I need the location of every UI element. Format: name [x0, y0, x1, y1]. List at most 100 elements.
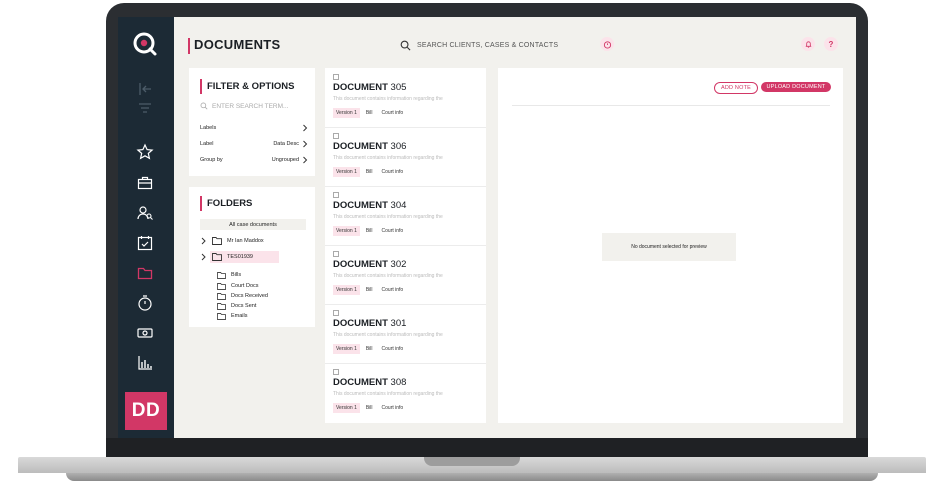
bell-icon — [805, 40, 811, 48]
document-checkbox[interactable] — [333, 192, 339, 198]
subfolder-docs-sent[interactable]: Docs Sent — [217, 301, 256, 311]
star-icon[interactable] — [136, 143, 154, 161]
calendar-check-icon[interactable] — [136, 234, 154, 252]
global-search[interactable] — [400, 36, 588, 54]
subfolder-court-docs[interactable]: Court Docs — [217, 281, 259, 291]
subfolder-bills[interactable]: Bills — [217, 270, 241, 280]
document-description: This document contains information regar… — [333, 273, 443, 279]
filter-panel: FILTER & OPTIONS Labels Label Data Desc … — [189, 68, 315, 176]
subfolder-emails[interactable]: Emails — [217, 311, 248, 321]
help-button[interactable]: ? — [824, 37, 838, 51]
subfolder-label: Docs Sent — [231, 303, 257, 309]
preview-panel: ADD NOTE UPLOAD DOCUMENT No document sel… — [498, 68, 843, 423]
tag-version: Version 1 — [333, 403, 360, 413]
chevron-right-icon — [303, 124, 308, 132]
document-item[interactable]: DOCUMENT 308 This document contains info… — [325, 363, 486, 422]
filter-search[interactable] — [200, 102, 300, 110]
timer-icon — [603, 40, 611, 49]
preview-divider — [512, 105, 830, 106]
subfolder-label: Bills — [231, 272, 242, 278]
document-title: DOCUMENT 305 — [333, 82, 407, 93]
folder-icon — [212, 253, 222, 261]
document-title: DOCUMENT 304 — [333, 200, 407, 211]
folders-title: FOLDERS — [207, 198, 253, 209]
folder-icon — [217, 282, 226, 290]
document-checkbox[interactable] — [333, 133, 339, 139]
tag-version: Version 1 — [333, 344, 360, 354]
document-item[interactable]: DOCUMENT 304 This document contains info… — [325, 186, 486, 246]
contacts-icon[interactable] — [136, 204, 154, 222]
global-search-input[interactable] — [417, 41, 577, 49]
option-value: Ungrouped — [271, 157, 299, 163]
sidebar: DD — [118, 17, 174, 438]
subfolder-label: Emails — [231, 313, 248, 319]
option-row-group-by[interactable]: Group by Ungrouped — [200, 153, 308, 167]
tag-bill: Bill — [365, 110, 373, 116]
document-item[interactable]: DOCUMENT 305 This document contains info… — [325, 68, 486, 128]
tag-version: Version 1 — [333, 108, 360, 118]
app-screen: DD DOCUMENTS ? FILTER & OPTIONS Labels — [118, 17, 856, 438]
all-case-documents[interactable]: All case documents — [200, 219, 306, 230]
folder-icon — [217, 292, 226, 300]
document-checkbox[interactable] — [333, 369, 339, 375]
preview-empty-message: No document selected for preview — [602, 233, 736, 261]
notifications-button[interactable] — [801, 37, 815, 51]
avatar[interactable]: DD — [125, 392, 167, 430]
tag-court-info: Court info — [381, 287, 404, 293]
filter-icon[interactable] — [136, 99, 154, 117]
add-note-button[interactable]: ADD NOTE — [714, 82, 758, 94]
option-row-labels[interactable]: Labels — [200, 121, 308, 135]
laptop-notch — [424, 457, 520, 466]
top-bar: DOCUMENTS ? — [174, 17, 856, 63]
tag-bill: Bill — [365, 228, 373, 234]
option-row-label[interactable]: Label Data Desc — [200, 137, 308, 151]
document-description: This document contains information regar… — [333, 332, 443, 338]
logo-icon[interactable] — [132, 31, 158, 57]
briefcase-icon[interactable] — [136, 174, 154, 192]
tag-court-info: Court info — [381, 169, 404, 175]
option-label: Group by — [200, 157, 223, 163]
folder-icon — [217, 312, 226, 320]
document-item[interactable]: DOCUMENT 301 This document contains info… — [325, 304, 486, 364]
collapse-icon[interactable] — [136, 80, 154, 98]
document-title: DOCUMENT 301 — [333, 318, 407, 329]
tag-version: Version 1 — [333, 285, 360, 295]
document-checkbox[interactable] — [333, 310, 339, 316]
timer-button[interactable] — [600, 37, 614, 51]
money-icon[interactable] — [136, 324, 154, 342]
filter-title: FILTER & OPTIONS — [207, 81, 295, 92]
laptop-bezel — [106, 438, 868, 458]
folder-row[interactable]: Mr Ian Maddox — [200, 235, 306, 247]
folder-row-active[interactable]: TES01939 — [200, 251, 306, 263]
chevron-right-icon — [201, 253, 206, 261]
tag-bill: Bill — [365, 169, 373, 175]
folder-icon — [217, 302, 226, 310]
folder-icon[interactable] — [136, 264, 154, 282]
laptop-base-bottom — [66, 473, 878, 481]
tag-bill: Bill — [365, 346, 373, 352]
document-description: This document contains information regar… — [333, 96, 443, 102]
folder-label: Mr Ian Maddox — [227, 238, 264, 244]
timer-icon[interactable] — [136, 294, 154, 312]
folder-label: TES01939 — [227, 254, 253, 260]
upload-document-button[interactable]: UPLOAD DOCUMENT — [761, 82, 831, 92]
document-item[interactable]: DOCUMENT 302 This document contains info… — [325, 245, 486, 305]
folder-icon — [212, 237, 222, 245]
document-checkbox[interactable] — [333, 74, 339, 80]
chevron-right-icon — [303, 156, 308, 164]
page-title: DOCUMENTS — [194, 37, 281, 52]
subfolder-docs-received[interactable]: Docs Received — [217, 291, 268, 301]
tag-court-info: Court info — [381, 405, 404, 411]
tag-version: Version 1 — [333, 167, 360, 177]
reports-icon[interactable] — [136, 354, 154, 372]
filter-search-input[interactable] — [212, 102, 298, 110]
option-label: Labels — [200, 125, 217, 131]
folder-icon — [217, 271, 226, 279]
folders-panel: FOLDERS All case documents Mr Ian Maddox… — [189, 187, 315, 327]
document-checkbox[interactable] — [333, 251, 339, 257]
tag-court-info: Court info — [381, 346, 404, 352]
tag-version: Version 1 — [333, 226, 360, 236]
document-title: DOCUMENT 308 — [333, 377, 407, 388]
document-item[interactable]: DOCUMENT 306 This document contains info… — [325, 127, 486, 187]
document-description: This document contains information regar… — [333, 155, 443, 161]
